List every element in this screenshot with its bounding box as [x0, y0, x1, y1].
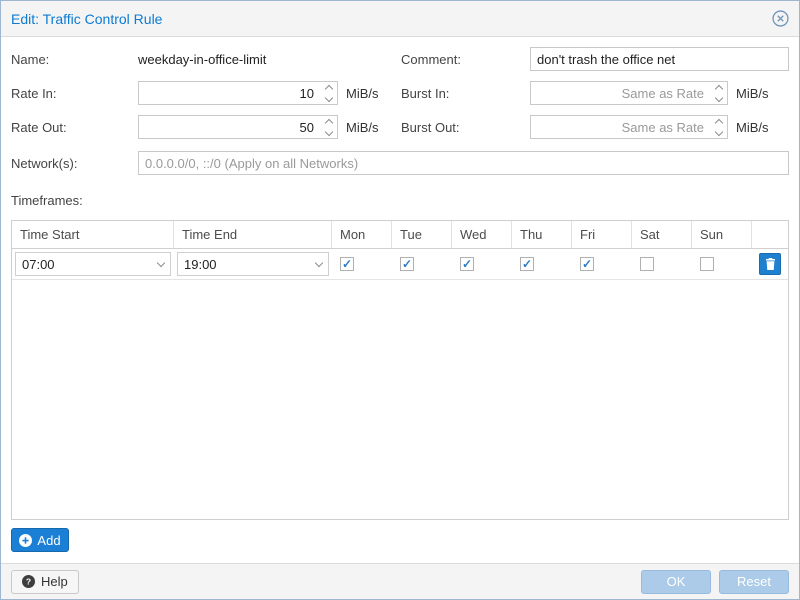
sat-cell: [632, 249, 692, 279]
burst-out-spin-buttons[interactable]: [710, 116, 727, 138]
column-header-time-start[interactable]: Time Start: [12, 221, 174, 248]
help-button-label: Help: [41, 574, 68, 589]
dialog-header: Edit: Traffic Control Rule: [1, 1, 799, 37]
column-header-mon[interactable]: Mon: [332, 221, 392, 248]
name-row: Name: weekday-in-office-limit: [11, 47, 401, 71]
time-end-combo[interactable]: 19:00: [177, 252, 329, 276]
edit-traffic-control-rule-dialog: Edit: Traffic Control Rule Name: weekday…: [0, 0, 800, 600]
burst-in-spin-buttons[interactable]: [710, 82, 727, 104]
networks-row: Network(s):: [11, 151, 789, 175]
timeframes-header-row: Time Start Time End Mon Tue Wed Thu Fri …: [12, 221, 788, 249]
networks-label: Network(s):: [11, 156, 138, 171]
rate-out-spin-buttons[interactable]: [320, 116, 337, 138]
burst-in-spinner: [530, 81, 728, 105]
svg-text:?: ?: [26, 577, 31, 587]
form-column-left: Name: weekday-in-office-limit Rate In: M…: [11, 47, 401, 149]
mon-checkbox[interactable]: [340, 257, 354, 271]
column-header-wed[interactable]: Wed: [452, 221, 512, 248]
time-start-value: 07:00: [22, 257, 158, 272]
ok-button[interactable]: OK: [641, 570, 711, 594]
burst-out-input[interactable]: [531, 116, 710, 138]
sat-checkbox[interactable]: [640, 257, 654, 271]
plus-circle-icon: [19, 534, 32, 547]
row-actions-cell: [752, 249, 788, 279]
column-header-actions: [752, 221, 788, 248]
delete-row-button[interactable]: [759, 253, 781, 275]
time-start-cell: 07:00: [12, 249, 174, 279]
add-button-label: Add: [37, 533, 60, 548]
timeframe-row: 07:00 19:00: [12, 249, 788, 280]
rate-in-label: Rate In:: [11, 86, 138, 101]
tue-cell: [392, 249, 452, 279]
name-value: weekday-in-office-limit: [138, 52, 266, 67]
column-header-sun[interactable]: Sun: [692, 221, 752, 248]
networks-input[interactable]: [138, 151, 789, 175]
add-button[interactable]: Add: [11, 528, 69, 552]
thu-checkbox[interactable]: [520, 257, 534, 271]
comment-row: Comment:: [401, 47, 789, 71]
mon-cell: [332, 249, 392, 279]
column-header-time-end[interactable]: Time End: [174, 221, 332, 248]
rate-in-row: Rate In: MiB/s: [11, 81, 401, 105]
burst-in-row: Burst In: MiB/s: [401, 81, 789, 105]
name-label: Name:: [11, 52, 138, 67]
fri-cell: [572, 249, 632, 279]
trash-icon: [765, 258, 776, 270]
dialog-footer: ? Help OK Reset: [1, 563, 799, 599]
rate-in-input[interactable]: [139, 82, 320, 104]
burst-out-row: Burst Out: MiB/s: [401, 115, 789, 139]
rate-in-spin-buttons[interactable]: [320, 82, 337, 104]
sun-checkbox[interactable]: [700, 257, 714, 271]
fri-checkbox[interactable]: [580, 257, 594, 271]
table-empty-area: [12, 280, 788, 519]
chevron-down-icon: [157, 259, 165, 267]
rate-out-row: Rate Out: MiB/s: [11, 115, 401, 139]
rate-out-input[interactable]: [139, 116, 320, 138]
time-start-combo[interactable]: 07:00: [15, 252, 171, 276]
chevron-down-icon: [315, 259, 323, 267]
rate-in-unit: MiB/s: [346, 86, 379, 101]
time-end-cell: 19:00: [174, 249, 332, 279]
question-circle-icon: ?: [22, 575, 35, 588]
rate-in-spinner: [138, 81, 338, 105]
comment-label: Comment:: [401, 52, 530, 67]
rate-out-spinner: [138, 115, 338, 139]
wed-checkbox[interactable]: [460, 257, 474, 271]
comment-input[interactable]: [530, 47, 789, 71]
rate-out-unit: MiB/s: [346, 120, 379, 135]
column-header-fri[interactable]: Fri: [572, 221, 632, 248]
dialog-body: Name: weekday-in-office-limit Rate In: M…: [1, 37, 799, 563]
burst-in-input[interactable]: [531, 82, 710, 104]
burst-out-label: Burst Out:: [401, 120, 530, 135]
column-header-tue[interactable]: Tue: [392, 221, 452, 248]
dialog-title: Edit: Traffic Control Rule: [11, 11, 162, 27]
help-button[interactable]: ? Help: [11, 570, 79, 594]
close-icon[interactable]: [771, 10, 789, 28]
time-end-value: 19:00: [184, 257, 316, 272]
form-grid: Name: weekday-in-office-limit Rate In: M…: [11, 47, 789, 149]
wed-cell: [452, 249, 512, 279]
sun-cell: [692, 249, 752, 279]
burst-out-spinner: [530, 115, 728, 139]
rate-out-label: Rate Out:: [11, 120, 138, 135]
burst-out-unit: MiB/s: [736, 120, 769, 135]
timeframes-table: Time Start Time End Mon Tue Wed Thu Fri …: [11, 220, 789, 520]
tue-checkbox[interactable]: [400, 257, 414, 271]
column-header-sat[interactable]: Sat: [632, 221, 692, 248]
burst-in-unit: MiB/s: [736, 86, 769, 101]
thu-cell: [512, 249, 572, 279]
reset-button[interactable]: Reset: [719, 570, 789, 594]
burst-in-label: Burst In:: [401, 86, 530, 101]
timeframes-section-label: Timeframes:: [11, 193, 789, 208]
column-header-thu[interactable]: Thu: [512, 221, 572, 248]
form-column-right: Comment: Burst In: MiB/s Burst Out:: [401, 47, 789, 149]
